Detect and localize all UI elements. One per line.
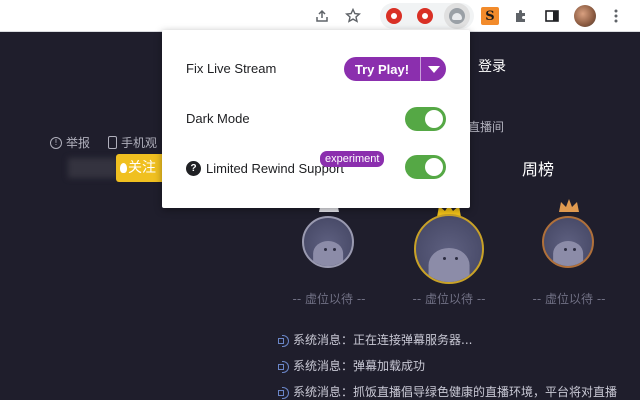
rank-placeholder-1: -- 虚位以待 -- xyxy=(412,292,486,306)
speaker-icon xyxy=(278,386,290,399)
system-message-text: 系统消息：抓饭直播倡导绿色健康的直播环境，平台将对直播 xyxy=(293,385,618,399)
toggle-knob xyxy=(425,110,443,128)
extension-red-1-icon[interactable] xyxy=(382,4,406,28)
live-room-label: 直播间 xyxy=(468,120,505,134)
try-play-split-button: Try Play! xyxy=(344,57,446,81)
dark-mode-toggle[interactable] xyxy=(405,107,446,131)
sidepanel-icon[interactable] xyxy=(540,4,564,28)
report-label: 举报 xyxy=(66,136,91,150)
phone-label: 手机观 xyxy=(121,136,158,150)
extension-popup: Fix Live Stream Try Play! Dark Mode ? Li… xyxy=(162,30,470,208)
system-message: 系统消息：弹幕加载成功 xyxy=(278,357,425,374)
extension-active-icon[interactable] xyxy=(444,3,470,29)
rank-placeholder-2: -- 虚位以待 -- xyxy=(292,292,366,306)
login-link[interactable]: 登录 xyxy=(478,56,506,76)
help-icon[interactable]: ? xyxy=(186,161,201,176)
fix-live-stream-label: Fix Live Stream xyxy=(186,61,277,76)
toggle-knob xyxy=(425,158,443,176)
dark-mode-label: Dark Mode xyxy=(186,111,250,126)
bronze-crown-icon xyxy=(559,199,579,212)
puzzle-icon[interactable] xyxy=(509,4,533,28)
try-play-button[interactable]: Try Play! xyxy=(344,57,420,81)
experiment-badge: experiment xyxy=(320,151,385,167)
phone-watch-link[interactable]: 手机观 xyxy=(108,134,157,151)
weekly-rank-tab[interactable]: 周榜 xyxy=(522,156,554,180)
report-icon: ! xyxy=(50,136,62,149)
rank-placeholder-3: -- 虚位以待 -- xyxy=(532,292,606,306)
rank-slot-3: -- 虚位以待 -- xyxy=(533,199,605,306)
system-message-text: 系统消息：正在连接弹幕服务器... xyxy=(293,333,473,347)
speaker-icon xyxy=(278,360,290,373)
chevron-down-icon[interactable] xyxy=(421,57,446,81)
rank-slot-1: -- 虚位以待 -- xyxy=(413,205,485,306)
follow-label: 关注 xyxy=(128,160,156,176)
extension-red-2-icon[interactable] xyxy=(413,4,437,28)
share-icon[interactable] xyxy=(310,4,334,28)
system-message: 系统消息：正在连接弹幕服务器... xyxy=(278,331,472,348)
system-message: 系统消息：抓饭直播倡导绿色健康的直播环境，平台将对直播 xyxy=(278,383,617,400)
limited-rewind-toggle[interactable] xyxy=(405,155,446,179)
speaker-icon xyxy=(278,334,290,347)
rank-slot-2: -- 虚位以待 -- xyxy=(293,199,365,306)
phone-icon xyxy=(108,136,117,149)
system-message-text: 系统消息：弹幕加载成功 xyxy=(293,359,426,373)
star-icon[interactable] xyxy=(341,4,365,28)
follow-button[interactable]: 关注 xyxy=(116,154,166,182)
browser-toolbar: S xyxy=(0,0,640,32)
report-link[interactable]: ! 举报 xyxy=(50,134,90,151)
profile-avatar[interactable] xyxy=(573,4,597,28)
streamer-name-blurred xyxy=(68,158,118,178)
extension-s-icon[interactable]: S xyxy=(478,4,502,28)
menu-icon[interactable] xyxy=(604,4,628,28)
